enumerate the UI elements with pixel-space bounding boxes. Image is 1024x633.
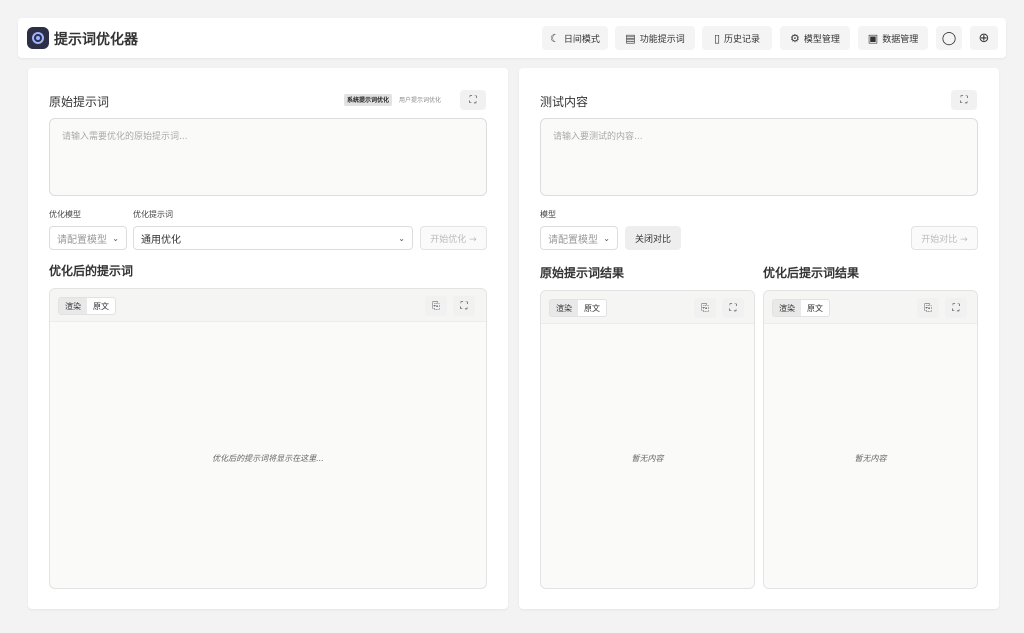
result-toolbar: 渲染 原文 ⎘ ⛶ [764,291,977,324]
tab-render[interactable]: 渲染 [59,298,87,314]
start-optimize-button[interactable]: 开始优化 → [420,226,487,250]
gear-icon: ⚙ [790,31,800,45]
optimized-test-result-box: 渲染 原文 ⎘ ⛶ 暂无内容 [763,290,978,589]
optimize-mode-switch: 系统提示词优化 用户提示词优化 [344,94,444,106]
copy-icon: ⎘ [701,302,709,314]
tab-source[interactable]: 原文 [801,300,829,316]
original-prompt-input[interactable]: 请输入需要优化的原始提示词... [49,118,487,196]
expand-icon: ⛶ [952,302,960,314]
view-tabs: 渲染 原文 [58,297,116,315]
test-panel: 测试内容 ⛶ 请输入要测试的内容... 模型 请配置模型 ⌄ 关闭对比 开始对比… [519,68,999,609]
model-manager-button[interactable]: ⚙ 模型管理 [780,26,850,50]
chevron-down-icon: ⌄ [603,233,610,243]
result-toolbar: 渲染 原文 ⎘ ⛶ [50,289,486,322]
github-icon: ◯ [941,30,957,46]
original-empty-placeholder: 暂无内容 [631,454,664,463]
expand-icon: ⛶ [729,302,737,314]
test-model-label: 模型 [540,210,556,219]
note-icon: ▤ [625,31,636,45]
tab-render[interactable]: 渲染 [550,300,578,316]
view-tabs: 渲染 原文 [772,299,830,317]
fullscreen-button[interactable]: ⛶ [951,90,977,110]
expand-button[interactable]: ⛶ [453,296,475,316]
user-mode-tab[interactable]: 用户提示词优化 [396,94,444,106]
expand-icon: ⛶ [960,94,968,106]
optimized-result-box: 渲染 原文 ⎘ ⛶ 优化后的提示词将显示在这里... [49,288,487,589]
view-tabs: 渲染 原文 [549,299,607,317]
optimize-model-label: 优化模型 [49,210,81,219]
test-content-input[interactable]: 请输入要测试的内容... [540,118,978,196]
templates-button[interactable]: ▤ 功能提示词 [615,26,695,50]
github-button[interactable]: ◯ [936,26,962,50]
expand-button[interactable]: ⛶ [945,298,967,318]
tab-render[interactable]: 渲染 [773,300,801,316]
optimized-prompt-title: 优化后的提示词 [49,264,134,278]
theme-toggle-button[interactable]: ☾ 日间模式 [542,26,608,50]
copy-icon: ⎘ [924,302,932,314]
globe-icon: ⊕ [978,30,990,46]
expand-icon: ⛶ [460,300,468,312]
optimized-result-title: 优化后提示词结果 [763,266,860,280]
chevron-down-icon: ⌄ [112,233,119,243]
optimized-empty-placeholder: 优化后的提示词将显示在这里... [212,454,324,463]
test-content-title: 测试内容 [540,95,589,109]
result-toolbar: 渲染 原文 ⎘ ⛶ [541,291,754,324]
app-header: 提示词优化器 ☾ 日间模式 ▤ 功能提示词 ▯ 历史记录 ⚙ 模型管理 ▣ 数据… [18,18,1006,58]
expand-icon: ⛶ [469,94,477,106]
tab-source[interactable]: 原文 [578,300,606,316]
original-result-title: 原始提示词结果 [540,266,625,280]
copy-button[interactable]: ⎘ [425,296,447,316]
history-button[interactable]: ▯ 历史记录 [702,26,772,50]
system-mode-tab[interactable]: 系统提示词优化 [344,94,393,106]
copy-button[interactable]: ⎘ [694,298,716,318]
data-manager-button[interactable]: ▣ 数据管理 [858,26,928,50]
fullscreen-button[interactable]: ⛶ [460,90,486,110]
app-logo [27,27,49,49]
app-title: 提示词优化器 [54,32,138,48]
optimize-template-select[interactable]: 通用优化 ⌄ [133,226,413,250]
save-icon: ▣ [867,31,879,45]
scroll-icon: ▯ [713,31,721,45]
optimized-test-empty-placeholder: 暂无内容 [854,454,887,463]
compare-toggle-button[interactable]: 关闭对比 [625,226,681,250]
moon-icon: ☾ [550,31,560,45]
expand-button[interactable]: ⛶ [722,298,744,318]
copy-icon: ⎘ [432,300,440,312]
start-compare-button[interactable]: 开始对比 → [911,226,978,250]
optimize-panel: 原始提示词 系统提示词优化 用户提示词优化 ⛶ 请输入需要优化的原始提示词...… [28,68,508,609]
original-result-box: 渲染 原文 ⎘ ⛶ 暂无内容 [540,290,755,589]
original-prompt-title: 原始提示词 [49,95,110,109]
tab-source[interactable]: 原文 [87,298,115,314]
test-model-select[interactable]: 请配置模型 ⌄ [540,226,618,250]
optimize-model-select[interactable]: 请配置模型 ⌄ [49,226,127,250]
chevron-down-icon: ⌄ [398,233,405,243]
copy-button[interactable]: ⎘ [917,298,939,318]
language-button[interactable]: ⊕ [970,26,998,50]
optimize-template-label: 优化提示词 [133,210,173,219]
